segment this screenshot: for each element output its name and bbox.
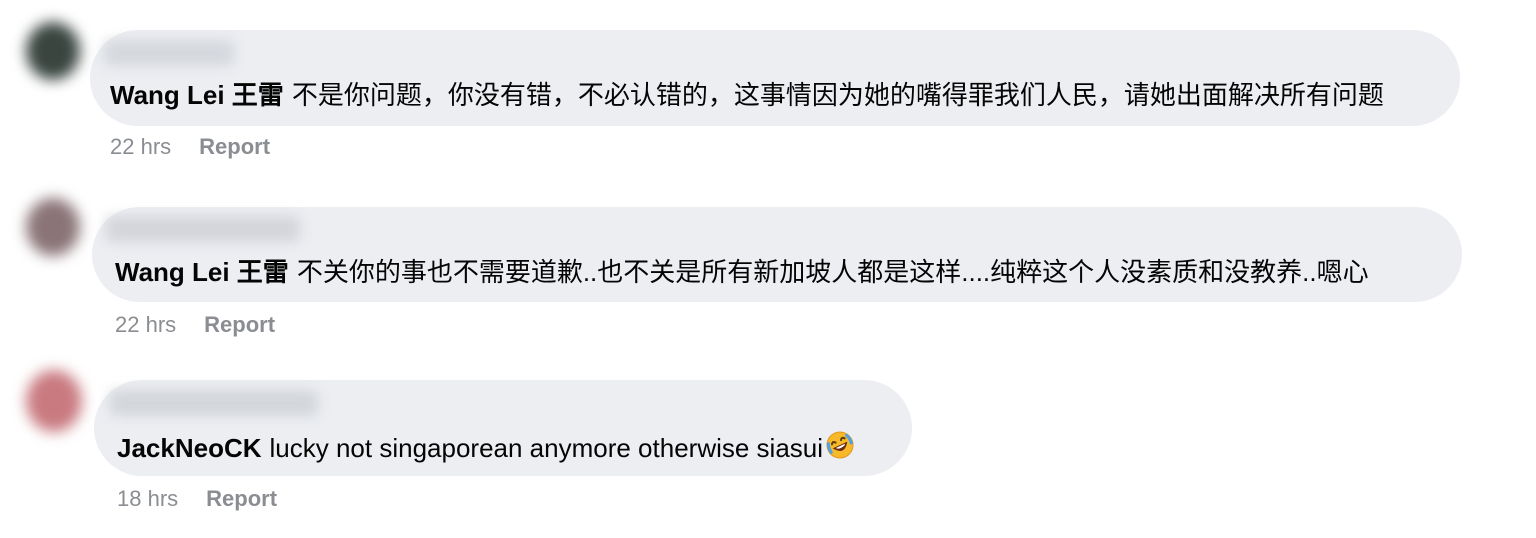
comment-time[interactable]: 18 hrs (117, 486, 178, 511)
avatar[interactable] (26, 198, 80, 256)
comment-body: Wang Lei 王雷 不是你问题，你没有错，不必认错的，这事情因为她的嘴得罪我们… (110, 79, 1384, 111)
report-link[interactable]: Report (204, 312, 275, 337)
comment-text: lucky not singaporean anymore otherwise … (269, 433, 824, 463)
redacted-username (110, 390, 318, 416)
comment-meta: 22 hrs Report (110, 134, 270, 160)
comment-time[interactable]: 22 hrs (115, 312, 176, 337)
comment-time[interactable]: 22 hrs (110, 134, 171, 159)
comment-text: 不是你问题，你没有错，不必认错的，这事情因为她的嘴得罪我们人民，请她出面解决所有… (291, 80, 1384, 110)
comment-meta: 22 hrs Report (115, 312, 275, 338)
comment-author[interactable]: Wang Lei 王雷 (110, 80, 284, 110)
comment-text: 不关你的事也不需要道歉..也不关是所有新加坡人都是这样....纯粹这个人没素质和… (296, 257, 1369, 287)
avatar[interactable] (26, 22, 80, 80)
comment-bubble (90, 30, 1460, 126)
rolling-on-floor-laughing-icon (825, 430, 855, 467)
comment-meta: 18 hrs Report (117, 486, 277, 512)
comment-author[interactable]: JackNeoCK (117, 433, 262, 463)
redacted-username (106, 216, 300, 242)
avatar[interactable] (26, 370, 82, 432)
report-link[interactable]: Report (199, 134, 270, 159)
comment-body: Wang Lei 王雷 不关你的事也不需要道歉..也不关是所有新加坡人都是这样..… (115, 256, 1369, 288)
redacted-username (104, 40, 234, 66)
comment-body: JackNeoCK lucky not singaporean anymore o… (117, 430, 855, 467)
comment-author[interactable]: Wang Lei 王雷 (115, 257, 289, 287)
report-link[interactable]: Report (206, 486, 277, 511)
